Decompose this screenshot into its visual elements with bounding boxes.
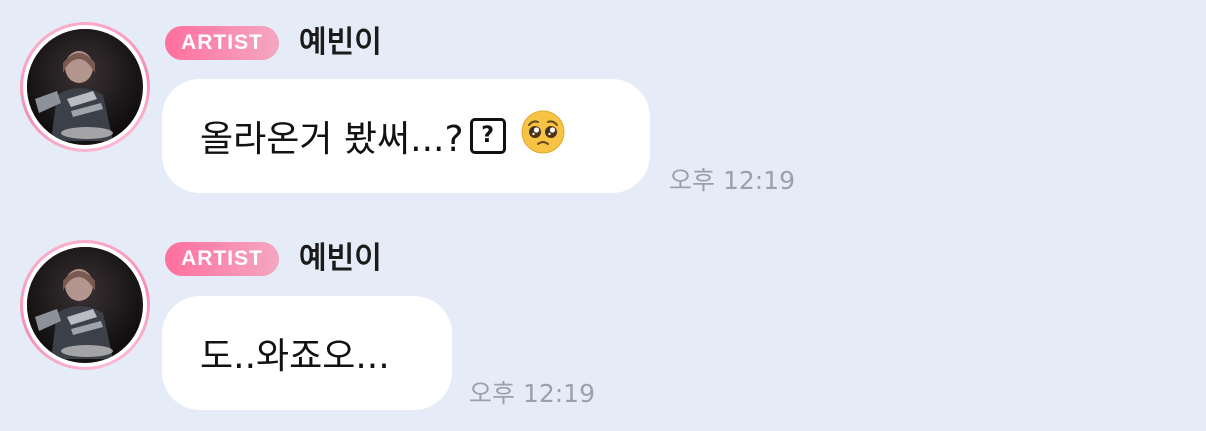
avatar-image bbox=[27, 247, 139, 359]
artist-badge: ARTIST bbox=[165, 242, 279, 276]
avatar-photo bbox=[27, 247, 143, 363]
message-bubble[interactable]: 도..와죠오... bbox=[162, 296, 452, 410]
message-text: 도..와죠오... bbox=[200, 336, 390, 377]
avatar-image bbox=[27, 29, 139, 141]
question-mark-icon: ? bbox=[469, 118, 506, 154]
message-text: 올라온거 봤써...? bbox=[200, 119, 464, 160]
avatar-photo bbox=[27, 29, 143, 145]
pleading-face-emoji-icon bbox=[520, 109, 566, 164]
message-bubble[interactable]: 올라온거 봤써...? ? bbox=[162, 79, 650, 193]
avatar-frame bbox=[23, 25, 147, 149]
sender-name[interactable]: 예빈이 bbox=[299, 26, 382, 60]
sender-name[interactable]: 예빈이 bbox=[299, 242, 382, 276]
avatar[interactable] bbox=[20, 240, 150, 370]
artist-badge: ARTIST bbox=[165, 26, 279, 60]
avatar[interactable] bbox=[20, 22, 150, 152]
message-timestamp: 오후 12:19 bbox=[469, 379, 595, 408]
message-timestamp: 오후 12:19 bbox=[669, 166, 795, 195]
avatar-frame bbox=[23, 243, 147, 367]
chat-view: ARTIST 예빈이 올라온거 봤써...? ? 오후 12:19 ARTIST… bbox=[0, 0, 1206, 431]
